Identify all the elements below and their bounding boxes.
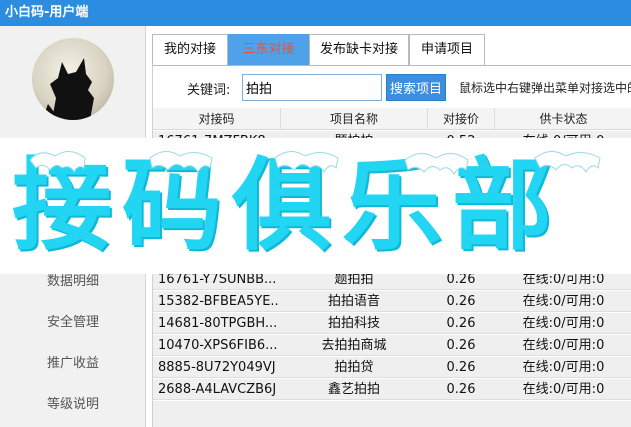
cell-project-name: 鑫艺拍拍 [327, 382, 380, 397]
cell-project-name: 拍拍贷 [334, 360, 374, 375]
wolf-icon [42, 58, 94, 120]
table-row[interactable]: 2688-A4LAVCZB6J 鑫艺拍拍 0.26 在线:0/可用:0 [153, 379, 631, 400]
table-header: 对接码 项目名称 对接价 供卡状态 [153, 108, 631, 130]
cell-code: 14681-80TPGBH... [158, 316, 278, 331]
tab-third-party-connections[interactable]: 三东对接 [228, 34, 309, 65]
usage-hint: 鼠标选中右键弹出菜单对接选中的 [459, 81, 631, 95]
window-title: 小白码-用户端 [0, 0, 631, 26]
table-row[interactable]: 8885-8U72Y049VJ 拍拍贷 0.26 在线:0/可用:0 [153, 357, 631, 378]
cell-price: 0.26 [446, 360, 476, 375]
cell-status: 在线:0/可用:0 [522, 360, 605, 375]
keyword-input[interactable] [242, 74, 382, 101]
cell-price: 0.26 [446, 338, 476, 353]
column-header-card-status[interactable]: 供卡状态 [495, 108, 631, 130]
cell-status: 在线:0/可用:0 [522, 338, 605, 353]
cell-code: 10470-XPS6FIB6... [158, 338, 278, 353]
sidebar-item-level-info[interactable]: 等级说明 [0, 393, 146, 412]
avatar [32, 38, 114, 120]
cell-code: 8885-8U72Y049VJ [158, 360, 276, 375]
cell-project-name: 拍拍科技 [327, 316, 380, 331]
search-project-button[interactable]: 搜索项目 [386, 74, 446, 101]
cell-project-name: 去拍拍商城 [321, 338, 387, 353]
keyword-label: 关键词: [187, 83, 231, 98]
tab-apply-project[interactable]: 申请项目 [409, 34, 485, 65]
cell-price: 0.26 [446, 316, 476, 331]
cell-project-name: 拍拍语音 [327, 294, 380, 309]
table-row-empty [153, 401, 631, 427]
column-header-price[interactable]: 对接价 [428, 108, 495, 130]
watermark-banner: 接码俱乐部 [0, 138, 631, 274]
column-header-code[interactable]: 对接码 [153, 108, 281, 130]
cell-code: 2688-A4LAVCZB6J [158, 382, 277, 397]
snow-caps-decoration [29, 151, 601, 175]
cell-price: 0.26 [446, 294, 476, 309]
cell-status: 在线:0/可用:0 [522, 316, 605, 331]
tab-publish-missing-card[interactable]: 发布缺卡对接 [309, 34, 409, 65]
sidebar-item-security[interactable]: 安全管理 [0, 311, 146, 330]
table-row[interactable]: 10470-XPS6FIB6... 去拍拍商城 0.26 在线:0/可用:0 [153, 335, 631, 356]
table-row[interactable]: 15382-BFBEA5YE... 拍拍语音 0.26 在线:0/可用:0 [153, 291, 631, 312]
sidebar-item-promotion-income[interactable]: 推广收益 [0, 352, 146, 371]
cell-code: 15382-BFBEA5YE... [158, 294, 280, 309]
cell-status: 在线:0/可用:0 [522, 294, 605, 309]
cell-status: 在线:0/可用:0 [522, 382, 605, 397]
cell-price: 0.26 [446, 382, 476, 397]
tab-my-connections[interactable]: 我的对接 [152, 34, 228, 65]
table-row[interactable]: 14681-80TPGBH... 拍拍科技 0.26 在线:0/可用:0 [153, 313, 631, 334]
column-header-project-name[interactable]: 项目名称 [281, 108, 428, 130]
